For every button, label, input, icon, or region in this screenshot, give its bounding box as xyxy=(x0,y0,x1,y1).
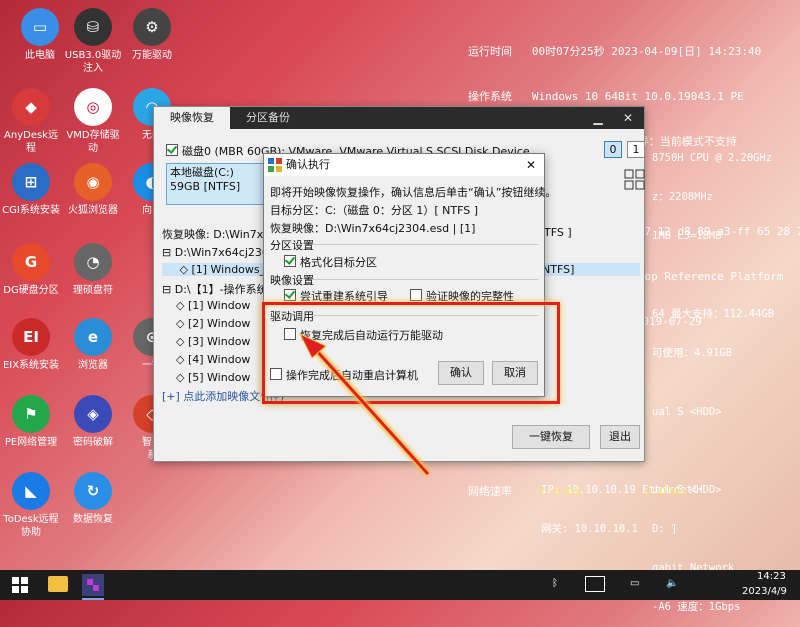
bluetooth-icon[interactable]: ᛒ xyxy=(552,578,558,589)
windows-start-icon[interactable] xyxy=(12,577,28,593)
network-icon[interactable]: ▭ xyxy=(630,578,639,589)
file-explorer-icon[interactable] xyxy=(48,576,68,592)
taskbar: ᛒ ▭ 🔈 14:23 2023/4/9 xyxy=(0,570,800,600)
clock-time[interactable]: 14:23 xyxy=(757,571,786,582)
clock-date[interactable]: 2023/4/9 xyxy=(742,586,787,597)
speaker-icon[interactable]: 🔈 xyxy=(666,578,678,589)
sysinfo-nic-speed: -A6 速度：1Gbps xyxy=(652,601,741,613)
annotation-arrow xyxy=(298,332,431,477)
app-taskbar-icon[interactable] xyxy=(82,574,104,596)
monitor-icon[interactable] xyxy=(585,576,605,592)
